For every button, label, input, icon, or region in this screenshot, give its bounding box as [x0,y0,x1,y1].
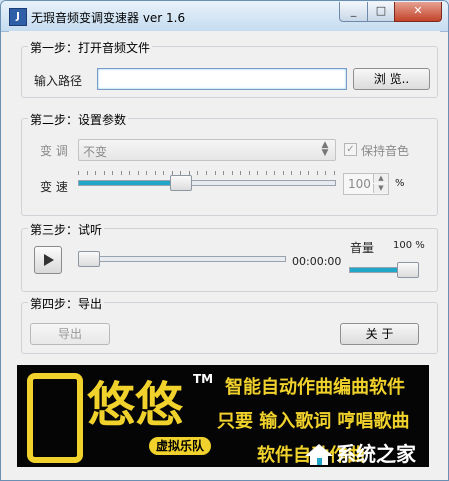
watermark-house-icon [305,444,333,465]
window-title: 无瑕音频变调变速器 ver 1.6 [31,11,186,25]
speed-value: 100 [348,177,371,191]
playback-time: 00:00:00 [292,255,342,268]
slider-tick [283,171,284,175]
step1-legend: 第一步：打开音频文件 [28,39,153,56]
step1-group: 第一步：打开音频文件 输入路径 浏 览.. [21,39,438,98]
slider-tick [215,171,216,175]
slider-tick [138,171,139,175]
play-button[interactable] [34,246,62,274]
close-button[interactable]: ✕ [394,2,442,22]
pitch-select[interactable]: 不变 ▲ ▼ [78,139,336,161]
progress-slider-track[interactable] [78,256,286,262]
slider-tick [300,171,301,175]
volume-slider-thumb[interactable] [397,262,419,278]
minimize-icon: _ [350,4,357,17]
slider-tick [129,171,130,175]
maximize-icon: □ [375,4,387,17]
logo-emblem [27,373,83,463]
watermark-text: 系统之家 [336,442,416,466]
slider-tick [121,171,122,175]
slider-tick [95,171,96,175]
slider-tick [206,171,207,175]
slider-tick [104,171,105,175]
trademark: TM [193,372,214,386]
speed-slider-thumb[interactable] [170,175,192,191]
slider-tick [334,171,335,175]
step2-legend: 第二步：设置参数 [28,111,129,128]
about-button[interactable]: 关 于 [340,323,419,345]
browse-button[interactable]: 浏 览.. [353,68,430,90]
slider-tick [308,171,309,175]
progress-slider-thumb[interactable] [78,251,100,267]
slider-tick [274,171,275,175]
slider-tick [317,171,318,175]
slider-tick [155,171,156,175]
step2-group: 第二步：设置参数 变 调 不变 ▲ ▼ ✓ 保持音色 变 速 100 ▲ ▼ % [21,111,438,216]
logo-text: 悠悠 [87,377,184,433]
minimize-button[interactable]: _ [339,2,368,22]
slider-tick [249,171,250,175]
path-input[interactable] [97,68,347,90]
logo-tag: 虚拟乐队 [149,437,212,455]
keep-pitch-label: 保持音色 [361,144,410,158]
speed-slider-track[interactable] [78,180,336,186]
slider-tick [325,171,326,175]
step3-legend: 第三步：试听 [28,221,105,238]
speed-unit: % [395,178,405,189]
ad-banner[interactable]: 悠悠 TM 虚拟乐队 智能自动作曲编曲软件 只要 输入歌词 哼唱歌曲 软件自动作… [17,365,429,467]
slider-tick [197,171,198,175]
banner-line-1: 智能自动作曲编曲软件 [225,377,405,398]
input-path-label: 输入路径 [34,74,83,88]
spin-down-icon[interactable]: ▼ [373,184,388,193]
slider-tick [232,171,233,175]
speed-spinbox[interactable]: 100 ▲ ▼ [343,173,389,195]
volume-value: 100 % [393,240,425,251]
keep-pitch-checkbox[interactable]: ✓ [344,143,357,156]
app-window: J 无瑕音频变调变速器 ver 1.6 _ □ ✕ 第一步：打开音频文件 输入路… [0,0,449,481]
maximize-button[interactable]: □ [367,2,395,22]
volume-label: 音量 [350,241,375,255]
close-icon: ✕ [413,4,423,17]
speed-slider-fill [79,181,181,185]
slider-tick [78,171,79,175]
banner-line-2: 只要 输入歌词 哼唱歌曲 [217,411,410,432]
app-icon[interactable]: J [9,8,27,26]
spin-up-icon[interactable]: ▲ [373,174,388,183]
slider-tick [291,171,292,175]
export-button[interactable]: 导出 [30,323,110,345]
slider-tick [257,171,258,175]
step4-legend: 第四步：导出 [28,295,105,312]
speed-label: 变 速 [40,180,68,194]
chevron-updown-icon: ▲ ▼ [321,140,329,158]
slider-tick [87,171,88,175]
slider-tick [163,171,164,175]
step3-group: 第三步：试听 00:00:00 音量 100 % [21,221,438,292]
slider-tick [146,171,147,175]
play-icon [44,254,54,266]
slider-tick [240,171,241,175]
slider-tick [112,171,113,175]
title-bar[interactable]: J 无瑕音频变调变速器 ver 1.6 _ □ ✕ [1,1,448,32]
slider-tick [266,171,267,175]
slider-tick [223,171,224,175]
pitch-label: 变 调 [40,144,68,158]
step4-group: 第四步：导出 导出 关 于 [21,295,438,354]
pitch-value: 不变 [83,145,108,159]
